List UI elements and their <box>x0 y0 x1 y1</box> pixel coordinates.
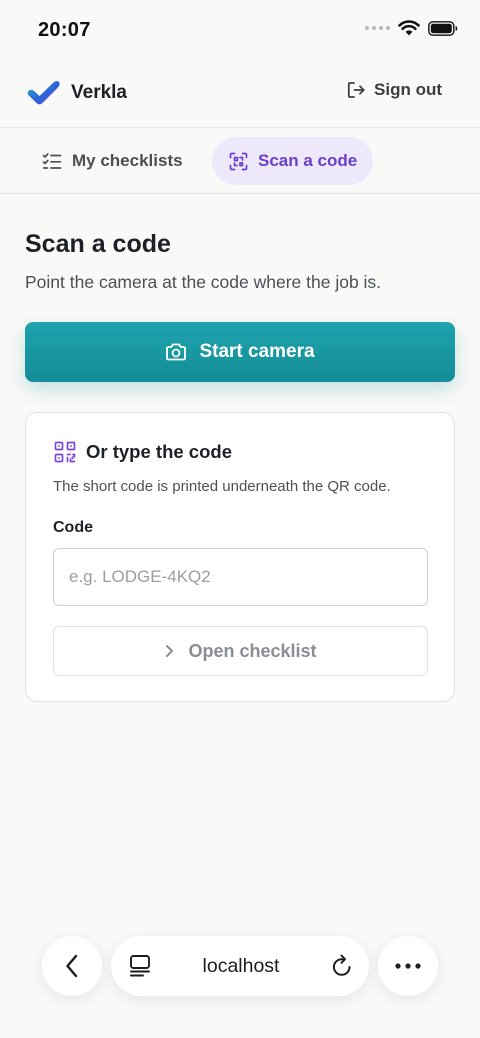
status-time: 20:07 <box>38 19 91 41</box>
chevron-right-icon <box>166 645 174 657</box>
start-camera-button[interactable]: Start camera <box>25 322 455 382</box>
browser-address-bar[interactable]: localhost <box>111 936 369 996</box>
page-subtitle: Point the camera at the code where the j… <box>25 272 382 292</box>
tab-scan-a-code[interactable]: Scan a code <box>212 137 374 185</box>
card-heading: Or type the code <box>54 441 232 463</box>
status-bar: 20:07 <box>0 0 480 60</box>
browser-toolbar: localhost <box>0 936 480 996</box>
chevron-left-icon <box>66 954 78 978</box>
page-title: Scan a code <box>25 230 171 258</box>
brand-name: Verkla <box>71 82 127 103</box>
start-camera-label: Start camera <box>199 341 315 362</box>
card-heading-label: Or type the code <box>86 441 232 462</box>
manual-code-card: Or type the code The short code is print… <box>25 412 455 702</box>
sign-out-icon <box>347 82 365 98</box>
browser-url: localhost <box>202 954 280 977</box>
battery-icon <box>428 20 458 36</box>
open-checklist-button[interactable]: Open checklist <box>53 626 428 676</box>
code-label: Code <box>53 519 93 536</box>
sign-out-button[interactable]: Sign out <box>346 80 442 100</box>
status-icons <box>365 20 458 36</box>
camera-icon <box>166 343 187 361</box>
brand[interactable]: Verkla <box>25 79 127 107</box>
app-header: Verkla Sign out <box>0 60 480 128</box>
verkla-logo-icon <box>27 80 60 105</box>
scan-icon <box>229 152 248 170</box>
qr-code-icon <box>54 441 76 463</box>
checklist-icon <box>42 153 62 169</box>
cellular-signal-icon <box>365 26 390 30</box>
tab-scan-a-code-label: Scan a code <box>258 151 358 170</box>
ellipsis-icon <box>395 963 421 969</box>
nav-tabs: My checklists Scan a code <box>0 128 480 194</box>
card-hint: The short code is printed underneath the… <box>53 478 391 495</box>
browser-back-button[interactable] <box>42 936 102 996</box>
wifi-icon <box>398 20 420 36</box>
browser-more-button[interactable] <box>378 936 438 996</box>
code-input[interactable] <box>53 548 428 606</box>
tabs-overview-icon <box>130 955 150 977</box>
tab-my-checklists[interactable]: My checklists <box>26 137 199 185</box>
sign-out-label: Sign out <box>374 80 442 99</box>
tab-my-checklists-label: My checklists <box>72 151 183 170</box>
reload-icon[interactable] <box>331 954 353 978</box>
open-checklist-label: Open checklist <box>188 640 317 661</box>
